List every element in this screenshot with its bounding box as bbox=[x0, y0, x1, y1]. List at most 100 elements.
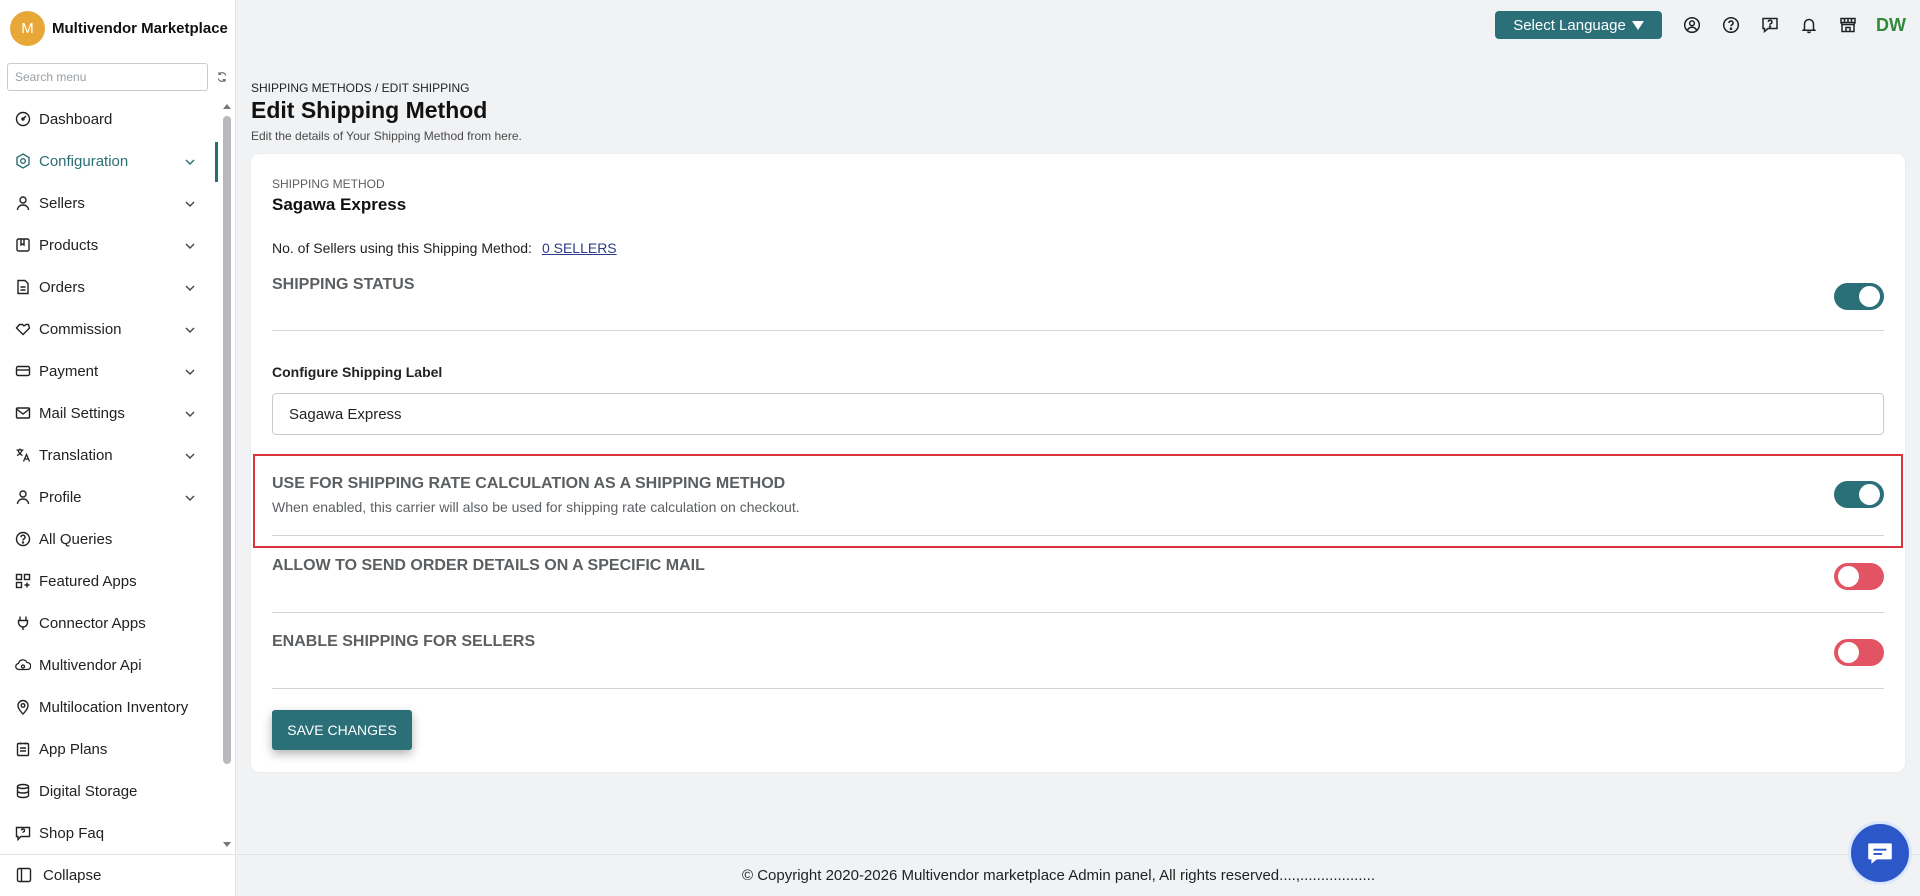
page-subtitle: Edit the details of Your Shipping Method… bbox=[251, 129, 522, 143]
sidebar-item-label: Digital Storage bbox=[39, 782, 138, 800]
sidebar-item-dashboard[interactable]: Dashboard bbox=[0, 98, 218, 140]
gauge-icon bbox=[14, 110, 32, 128]
sidebar-item-configuration[interactable]: Configuration bbox=[0, 140, 218, 182]
menu-search-input[interactable] bbox=[7, 63, 208, 91]
sidebar-item-label: Featured Apps bbox=[39, 572, 137, 590]
store-icon[interactable] bbox=[1839, 16, 1857, 34]
sidebar-item-label: Profile bbox=[39, 488, 82, 506]
sidebar-item-commission[interactable]: Commission bbox=[0, 308, 218, 350]
product-icon bbox=[14, 236, 32, 254]
chevron-down-icon bbox=[184, 197, 196, 209]
question-icon bbox=[14, 530, 32, 548]
account-icon[interactable] bbox=[1683, 16, 1701, 34]
sidebar-item-label: Configuration bbox=[39, 152, 129, 170]
select-language-button[interactable]: Select Language bbox=[1495, 11, 1662, 39]
chevron-down-icon bbox=[184, 155, 196, 167]
shipping-label-field-title: Configure Shipping Label bbox=[272, 364, 443, 380]
scroll-up-arrow[interactable] bbox=[223, 104, 231, 109]
sellers-count-link[interactable]: 0 SELLERS bbox=[542, 240, 617, 256]
chevron-down-icon bbox=[184, 239, 196, 251]
support-chat-icon[interactable] bbox=[1761, 16, 1779, 34]
collapse-icon bbox=[16, 867, 34, 885]
profile-icon bbox=[14, 488, 32, 506]
collapse-button[interactable]: Collapse bbox=[0, 854, 236, 896]
refresh-icon[interactable] bbox=[216, 71, 228, 83]
toggle-knob bbox=[1838, 566, 1859, 587]
sidebar-menu: Dashboard Configuration Sellers Products… bbox=[0, 98, 218, 854]
order-mail-toggle[interactable] bbox=[1834, 563, 1884, 590]
divider bbox=[272, 612, 1884, 613]
shipping-method-card: SHIPPING METHOD Sagawa Express No. of Se… bbox=[251, 154, 1905, 772]
chevron-down-icon bbox=[184, 323, 196, 335]
breadcrumb: SHIPPING METHODS / EDIT SHIPPING bbox=[251, 81, 470, 95]
sidebar-item-shop-faq[interactable]: Shop Faq bbox=[0, 812, 218, 854]
sidebar-item-all-queries[interactable]: All Queries bbox=[0, 518, 218, 560]
mail-icon bbox=[14, 404, 32, 422]
chevron-down-icon bbox=[184, 365, 196, 377]
apps-icon bbox=[14, 572, 32, 590]
sellers-count-label: No. of Sellers using this Shipping Metho… bbox=[272, 240, 532, 256]
sidebar-item-label: Dashboard bbox=[39, 110, 113, 128]
chevron-down-icon bbox=[184, 491, 196, 503]
plug-icon bbox=[14, 614, 32, 632]
page-title: Edit Shipping Method bbox=[251, 97, 488, 123]
menu-search-row bbox=[7, 63, 229, 91]
user-initials[interactable]: DW bbox=[1876, 15, 1906, 36]
sidebar-item-label: Payment bbox=[39, 362, 99, 380]
bell-icon[interactable] bbox=[1800, 16, 1818, 34]
shipping-method-eyebrow: SHIPPING METHOD bbox=[272, 177, 385, 191]
brand-name: Multivendor Marketplace bbox=[52, 19, 228, 37]
save-changes-button[interactable]: SAVE CHANGES bbox=[272, 710, 412, 750]
shipping-status-title: SHIPPING STATUS bbox=[272, 276, 415, 293]
highlight-box bbox=[253, 454, 1903, 548]
sidebar-item-label: All Queries bbox=[39, 530, 113, 548]
sidebar-item-profile[interactable]: Profile bbox=[0, 476, 218, 518]
sidebar-item-label: Commission bbox=[39, 320, 122, 338]
sidebar-item-label: Connector Apps bbox=[39, 614, 146, 632]
sidebar-item-payment[interactable]: Payment bbox=[0, 350, 218, 392]
sidebar-item-label: Multivendor Api bbox=[39, 656, 142, 674]
chat-icon bbox=[1865, 838, 1895, 868]
sidebar-item-app-plans[interactable]: App Plans bbox=[0, 728, 218, 770]
faq-icon bbox=[14, 824, 32, 842]
toggle-knob bbox=[1838, 642, 1859, 663]
chevron-down-icon bbox=[184, 407, 196, 419]
sidebar-item-connector-apps[interactable]: Connector Apps bbox=[0, 602, 218, 644]
chat-button[interactable] bbox=[1848, 821, 1912, 885]
config-icon bbox=[14, 152, 32, 170]
sidebar-item-multivendor-api[interactable]: Multivendor Api bbox=[0, 644, 218, 686]
sidebar-item-digital-storage[interactable]: Digital Storage bbox=[0, 770, 218, 812]
sidebar-item-products[interactable]: Products bbox=[0, 224, 218, 266]
sellers-count-row: No. of Sellers using this Shipping Metho… bbox=[272, 240, 617, 256]
scroll-thumb[interactable] bbox=[223, 116, 231, 764]
translate-icon bbox=[14, 446, 32, 464]
sidebar-item-label: Translation bbox=[39, 446, 113, 464]
sidebar-scrollbar[interactable] bbox=[222, 104, 231, 847]
sidebar-item-label: App Plans bbox=[39, 740, 108, 758]
order-mail-title: ALLOW TO SEND ORDER DETAILS ON A SPECIFI… bbox=[272, 557, 705, 574]
sidebar-item-label: Orders bbox=[39, 278, 85, 296]
sidebar-item-multilocation-inventory[interactable]: Multilocation Inventory bbox=[0, 686, 218, 728]
sellers-shipping-title: ENABLE SHIPPING FOR SELLERS bbox=[272, 633, 536, 650]
sellers-shipping-toggle[interactable] bbox=[1834, 639, 1884, 666]
sidebar-item-sellers[interactable]: Sellers bbox=[0, 182, 218, 224]
order-icon bbox=[14, 278, 32, 296]
sidebar-item-mail-settings[interactable]: Mail Settings bbox=[0, 392, 218, 434]
scroll-down-arrow[interactable] bbox=[223, 842, 231, 847]
brand-avatar: M bbox=[10, 10, 45, 46]
sidebar-item-label: Multilocation Inventory bbox=[39, 698, 189, 716]
footer: © Copyright 2020-2026 Multivendor market… bbox=[237, 854, 1920, 896]
shipping-status-toggle[interactable] bbox=[1834, 283, 1884, 310]
shipping-method-name: Sagawa Express bbox=[272, 195, 407, 214]
api-icon bbox=[14, 656, 32, 674]
collapse-label: Collapse bbox=[43, 867, 102, 884]
copyright-text: © Copyright 2020-2026 Multivendor market… bbox=[741, 867, 1376, 884]
commission-icon bbox=[14, 320, 32, 338]
help-icon[interactable] bbox=[1722, 16, 1740, 34]
sidebar-item-translation[interactable]: Translation bbox=[0, 434, 218, 476]
shipping-label-input[interactable] bbox=[272, 393, 1884, 435]
sidebar-item-featured-apps[interactable]: Featured Apps bbox=[0, 560, 218, 602]
location-icon bbox=[14, 698, 32, 716]
sidebar-item-orders[interactable]: Orders bbox=[0, 266, 218, 308]
sidebar: M Multivendor Marketplace Dashboard Conf… bbox=[0, 0, 236, 896]
